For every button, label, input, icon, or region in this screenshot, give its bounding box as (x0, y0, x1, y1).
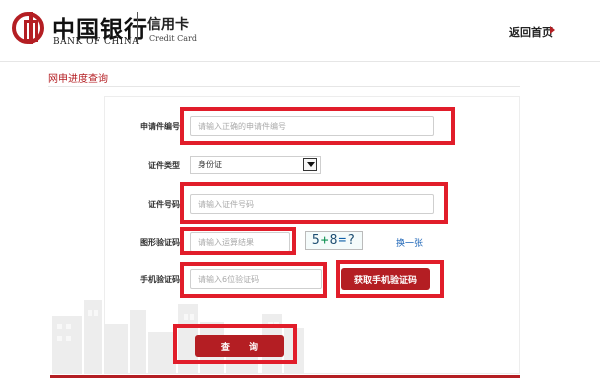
section-divider (48, 86, 520, 87)
application-number-label: 申请件编号 (140, 122, 180, 131)
refresh-captcha-link[interactable]: 换一张 (396, 236, 423, 249)
captcha-digit: 5 (311, 233, 321, 248)
sms-code-input[interactable] (190, 269, 322, 289)
captcha-equals: = (338, 233, 348, 248)
bottom-accent-bar (50, 375, 520, 378)
return-home-link[interactable]: 返回首页 (509, 24, 553, 40)
certificate-number-input[interactable] (190, 194, 434, 214)
triangle-right-icon (550, 26, 555, 34)
certificate-type-label: 证件类型 (148, 161, 180, 170)
captcha-question: ? (347, 233, 357, 248)
site-header: 中国银行 BANK OF CHINA 信用卡 Credit Card 返回首页 (0, 0, 600, 62)
credit-card-title-en: Credit Card (149, 34, 197, 43)
query-button[interactable]: 查 询 (195, 335, 284, 357)
page-title: 网申进度查询 (48, 74, 108, 85)
captcha-image: 5+8=? (305, 231, 363, 250)
header-divider (137, 12, 138, 42)
application-number-input[interactable] (190, 116, 434, 136)
certificate-type-select[interactable]: 身份证 (190, 156, 321, 174)
chevron-down-icon[interactable] (303, 158, 317, 171)
sms-code-label: 手机验证码 (140, 275, 180, 284)
graphic-code-input[interactable] (190, 232, 290, 252)
certificate-number-label: 证件号码 (148, 200, 180, 209)
get-sms-code-button[interactable]: 获取手机验证码 (341, 268, 430, 290)
bank-name-en: BANK OF CHINA (53, 37, 140, 47)
credit-card-title-cn: 信用卡 (147, 17, 189, 33)
city-skyline-icon (52, 300, 304, 374)
captcha-operator: + (320, 233, 330, 248)
graphic-code-label: 图形验证码 (140, 238, 180, 247)
bank-of-china-logo-icon (12, 12, 44, 44)
